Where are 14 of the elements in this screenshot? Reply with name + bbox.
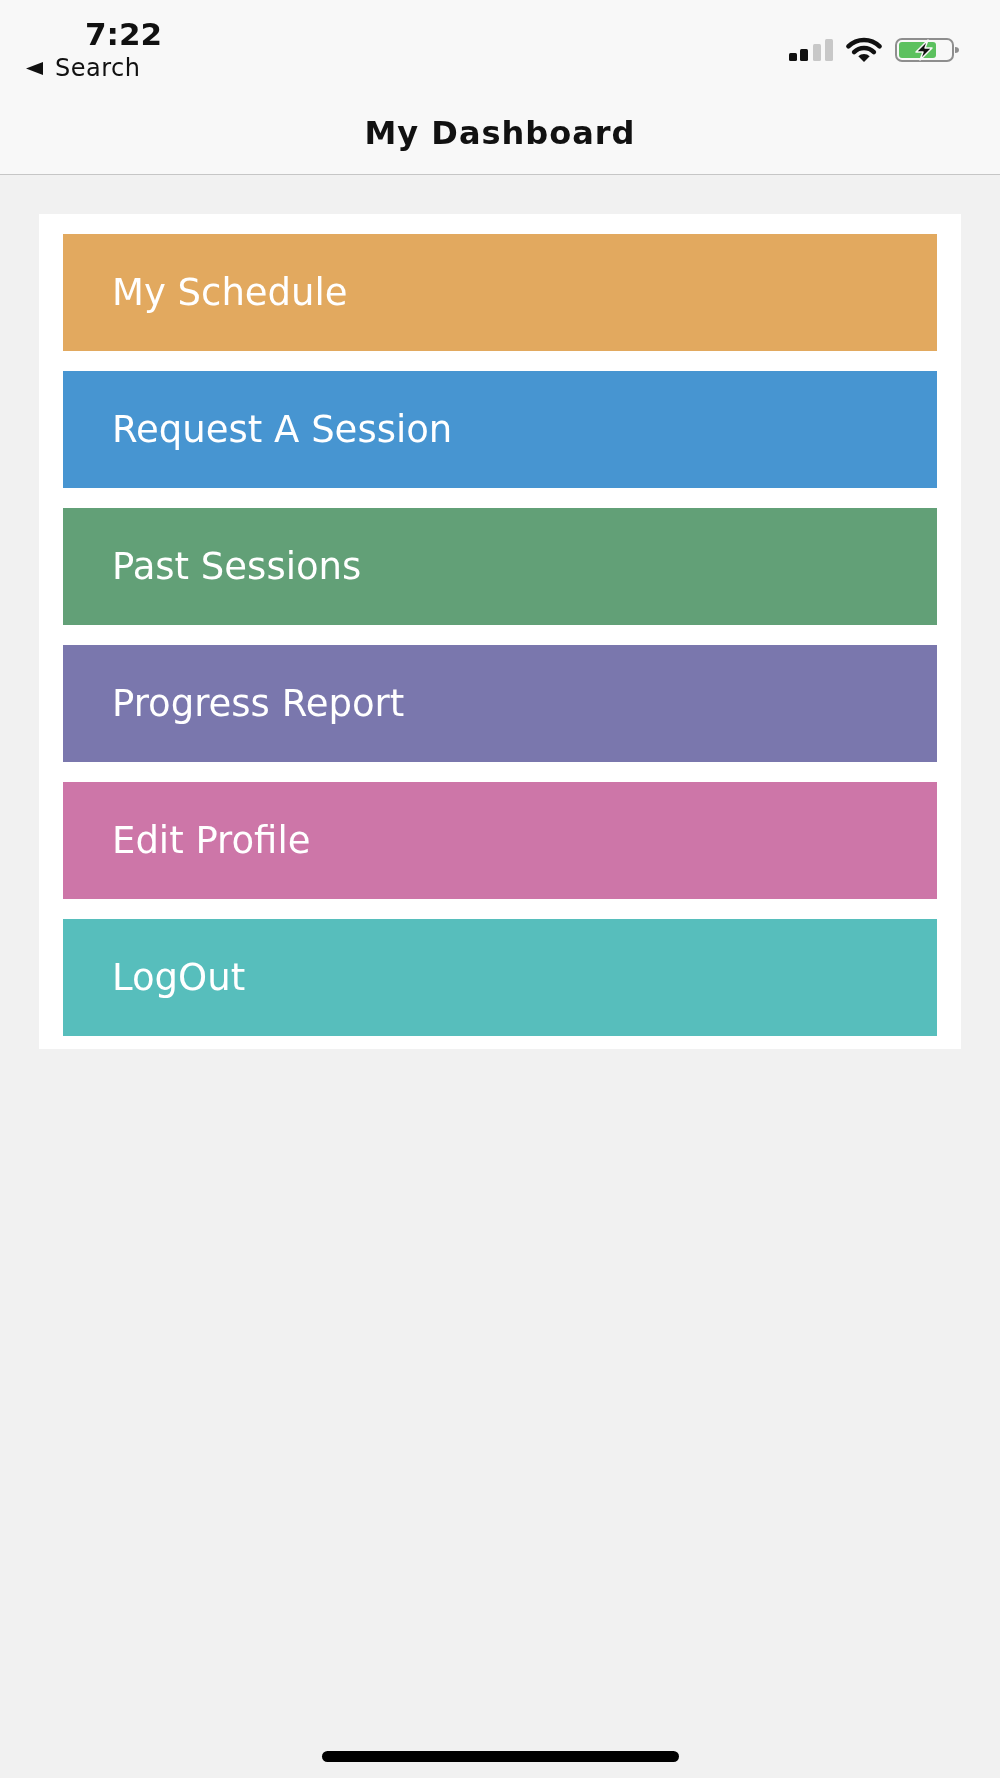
menu-button[interactable]: My Schedule xyxy=(63,234,937,351)
battery-charging-icon xyxy=(895,37,959,62)
status-time: 7:22 xyxy=(85,16,163,52)
wifi-icon xyxy=(845,37,883,62)
menu-button[interactable]: LogOut xyxy=(63,919,937,1036)
menu-button[interactable]: Edit Profile xyxy=(63,782,937,899)
menu-button[interactable]: Request A Session xyxy=(63,371,937,488)
page-title: My Dashboard xyxy=(364,114,636,152)
menu-button[interactable]: Progress Report xyxy=(63,645,937,762)
signal-icon xyxy=(789,38,833,61)
left-triangle-icon xyxy=(26,61,43,75)
back-link[interactable]: Search xyxy=(26,54,141,82)
home-indicator[interactable] xyxy=(321,1751,679,1762)
menu-button[interactable]: Past Sessions xyxy=(63,508,937,625)
